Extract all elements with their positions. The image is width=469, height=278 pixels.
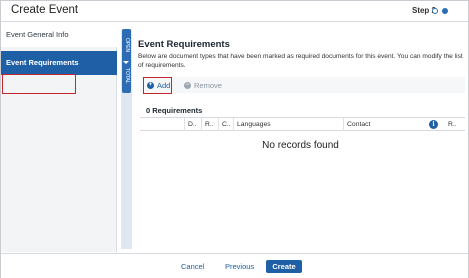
section-description: Below are document types that have been …: [138, 53, 463, 69]
dialog-footer: Cancel Previous Create: [1, 253, 468, 278]
column-header[interactable]: R..: [448, 118, 457, 131]
minus-circle-icon: −: [184, 81, 191, 89]
step-1-dot-icon: [432, 8, 438, 14]
main-content: Event Requirements Below are document ty…: [134, 31, 467, 251]
create-event-dialog: Create Event Step 2 Event General Info E…: [0, 0, 469, 278]
remove-button[interactable]: − Remove: [184, 79, 222, 91]
sidebar: Event General Info Event Requirements: [1, 23, 117, 252]
empty-state-message: No records found: [262, 140, 339, 151]
remove-button-label: Remove: [194, 80, 222, 90]
create-button[interactable]: Create: [266, 260, 302, 273]
sidebar-item-event-requirements[interactable]: Event Requirements: [1, 51, 117, 75]
step-2-dot-icon: [442, 8, 448, 14]
sidebar-item-event-general-info[interactable]: Event General Info: [1, 23, 117, 47]
column-header[interactable]: D..: [184, 118, 201, 131]
column-header-languages[interactable]: Languages: [233, 118, 343, 131]
highlight-outline: [143, 77, 172, 94]
requirements-count: 0 Requirements: [146, 106, 203, 115]
column-header[interactable]: R..: [201, 118, 218, 131]
cancel-button[interactable]: Cancel: [181, 262, 204, 271]
dialog-header: Create Event Step 2: [1, 1, 468, 22]
dialog-title: Create Event: [11, 4, 79, 16]
strip-total-label: TOTAL: [124, 68, 130, 84]
section-title: Event Requirements: [138, 39, 230, 50]
highlight-outline: [2, 74, 76, 94]
step-dots: [432, 8, 448, 14]
grid-header: D.. R.. C.. Languages Contact i R..: [140, 117, 465, 131]
strip-open-label: OPEN: [124, 37, 130, 53]
select-column-header[interactable]: [140, 118, 184, 131]
grid-toolbar: + Add − Remove: [140, 77, 465, 93]
column-header-contact[interactable]: Contact: [343, 118, 428, 131]
previous-button[interactable]: Previous: [225, 262, 254, 271]
column-header[interactable]: C..: [218, 118, 233, 131]
info-icon[interactable]: i: [429, 120, 438, 129]
